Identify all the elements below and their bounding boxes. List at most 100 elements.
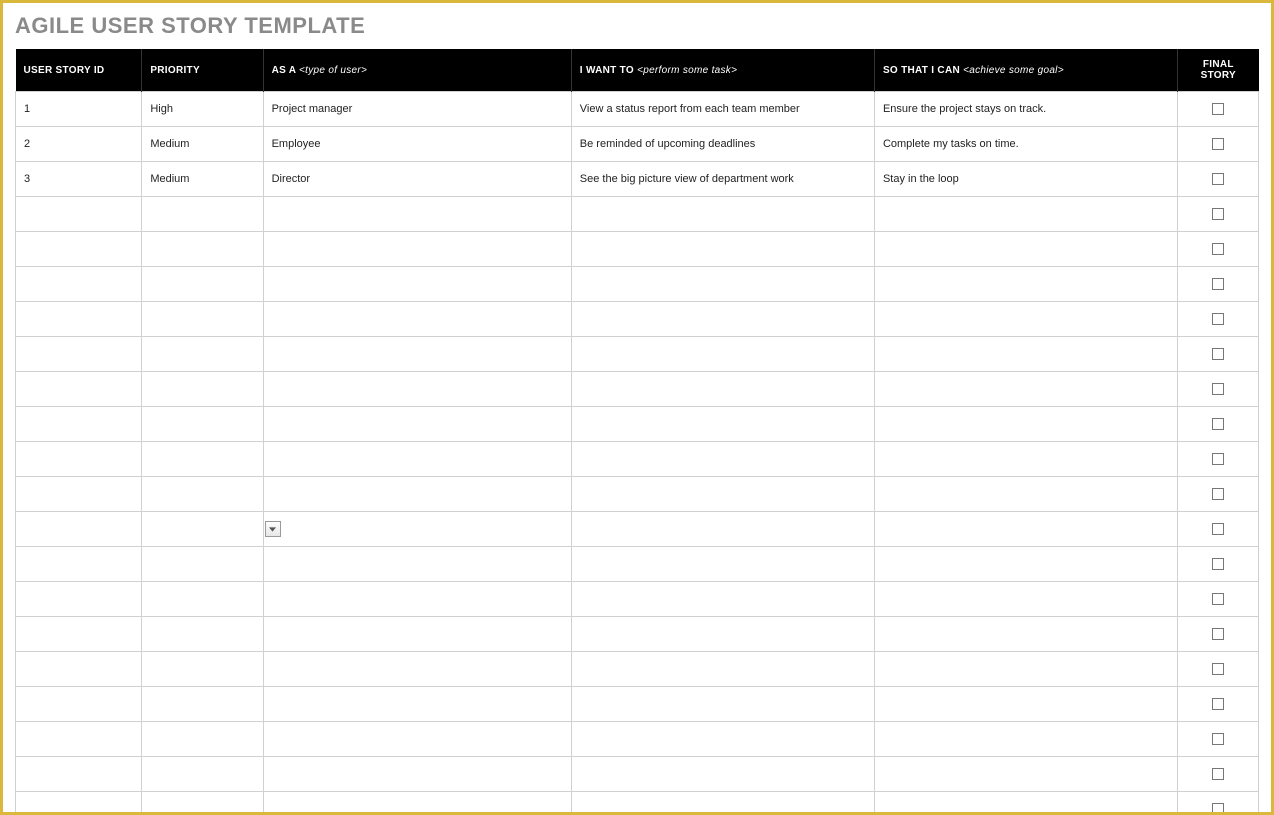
cell-asa[interactable] [263, 442, 571, 477]
final-story-checkbox[interactable] [1212, 558, 1224, 570]
final-story-checkbox[interactable] [1212, 243, 1224, 255]
cell-asa[interactable]: Employee [263, 127, 571, 162]
cell-priority[interactable] [142, 757, 263, 792]
cell-want[interactable] [571, 687, 874, 722]
cell-priority[interactable] [142, 652, 263, 687]
cell-priority[interactable] [142, 512, 263, 547]
cell-sothat[interactable] [874, 302, 1177, 337]
cell-id[interactable] [16, 372, 142, 407]
cell-priority[interactable] [142, 407, 263, 442]
cell-priority[interactable] [142, 232, 263, 267]
final-story-checkbox[interactable] [1212, 698, 1224, 710]
cell-priority[interactable] [142, 792, 263, 815]
cell-sothat[interactable] [874, 792, 1177, 815]
cell-priority[interactable] [142, 687, 263, 722]
final-story-checkbox[interactable] [1212, 453, 1224, 465]
cell-sothat[interactable] [874, 547, 1177, 582]
cell-asa[interactable] [263, 197, 571, 232]
cell-sothat[interactable]: Complete my tasks on time. [874, 127, 1177, 162]
cell-asa[interactable] [263, 512, 571, 547]
cell-sothat[interactable]: Stay in the loop [874, 162, 1177, 197]
cell-priority[interactable] [142, 337, 263, 372]
cell-want[interactable]: Be reminded of upcoming deadlines [571, 127, 874, 162]
cell-asa[interactable] [263, 722, 571, 757]
cell-sothat[interactable] [874, 652, 1177, 687]
cell-priority[interactable] [142, 372, 263, 407]
cell-id[interactable] [16, 547, 142, 582]
cell-id[interactable] [16, 757, 142, 792]
final-story-checkbox[interactable] [1212, 418, 1224, 430]
cell-asa[interactable] [263, 792, 571, 815]
cell-want[interactable] [571, 302, 874, 337]
cell-want[interactable] [571, 722, 874, 757]
cell-asa[interactable] [263, 757, 571, 792]
cell-asa[interactable]: Director [263, 162, 571, 197]
cell-id[interactable] [16, 687, 142, 722]
cell-priority[interactable] [142, 617, 263, 652]
cell-id[interactable]: 1 [16, 92, 142, 127]
final-story-checkbox[interactable] [1212, 593, 1224, 605]
cell-priority[interactable]: High [142, 92, 263, 127]
cell-sothat[interactable] [874, 372, 1177, 407]
cell-id[interactable] [16, 652, 142, 687]
cell-sothat[interactable] [874, 267, 1177, 302]
cell-asa[interactable] [263, 477, 571, 512]
cell-want[interactable] [571, 757, 874, 792]
cell-priority[interactable] [142, 442, 263, 477]
cell-id[interactable] [16, 792, 142, 815]
cell-priority[interactable]: Medium [142, 162, 263, 197]
cell-id[interactable] [16, 617, 142, 652]
cell-id[interactable] [16, 337, 142, 372]
cell-sothat[interactable] [874, 617, 1177, 652]
cell-want[interactable] [571, 582, 874, 617]
cell-asa[interactable] [263, 302, 571, 337]
cell-asa[interactable] [263, 372, 571, 407]
cell-want[interactable] [571, 512, 874, 547]
cell-asa[interactable] [263, 337, 571, 372]
final-story-checkbox[interactable] [1212, 488, 1224, 500]
final-story-checkbox[interactable] [1212, 523, 1224, 535]
cell-asa[interactable] [263, 407, 571, 442]
cell-want[interactable] [571, 792, 874, 815]
cell-sothat[interactable] [874, 232, 1177, 267]
cell-want[interactable] [571, 407, 874, 442]
cell-want[interactable] [571, 442, 874, 477]
cell-priority[interactable] [142, 302, 263, 337]
cell-sothat[interactable] [874, 582, 1177, 617]
cell-sothat[interactable] [874, 197, 1177, 232]
final-story-checkbox[interactable] [1212, 733, 1224, 745]
cell-want[interactable]: See the big picture view of department w… [571, 162, 874, 197]
cell-want[interactable] [571, 477, 874, 512]
cell-asa[interactable] [263, 687, 571, 722]
cell-id[interactable] [16, 722, 142, 757]
cell-want[interactable] [571, 232, 874, 267]
cell-id[interactable] [16, 232, 142, 267]
cell-id[interactable] [16, 477, 142, 512]
cell-id[interactable] [16, 442, 142, 477]
cell-sothat[interactable] [874, 337, 1177, 372]
cell-want[interactable] [571, 372, 874, 407]
cell-sothat[interactable] [874, 512, 1177, 547]
final-story-checkbox[interactable] [1212, 208, 1224, 220]
final-story-checkbox[interactable] [1212, 173, 1224, 185]
cell-asa[interactable] [263, 617, 571, 652]
cell-want[interactable] [571, 267, 874, 302]
cell-asa[interactable] [263, 582, 571, 617]
cell-asa[interactable]: Project manager [263, 92, 571, 127]
cell-sothat[interactable] [874, 442, 1177, 477]
cell-want[interactable] [571, 652, 874, 687]
cell-priority[interactable] [142, 547, 263, 582]
final-story-checkbox[interactable] [1212, 803, 1224, 815]
final-story-checkbox[interactable] [1212, 768, 1224, 780]
cell-priority[interactable] [142, 477, 263, 512]
cell-asa[interactable] [263, 652, 571, 687]
cell-want[interactable] [571, 547, 874, 582]
cell-sothat[interactable] [874, 722, 1177, 757]
cell-sothat[interactable] [874, 477, 1177, 512]
cell-id[interactable] [16, 512, 142, 547]
cell-priority[interactable]: Medium [142, 127, 263, 162]
cell-sothat[interactable] [874, 687, 1177, 722]
cell-want[interactable]: View a status report from each team memb… [571, 92, 874, 127]
cell-id[interactable]: 2 [16, 127, 142, 162]
cell-id[interactable]: 3 [16, 162, 142, 197]
